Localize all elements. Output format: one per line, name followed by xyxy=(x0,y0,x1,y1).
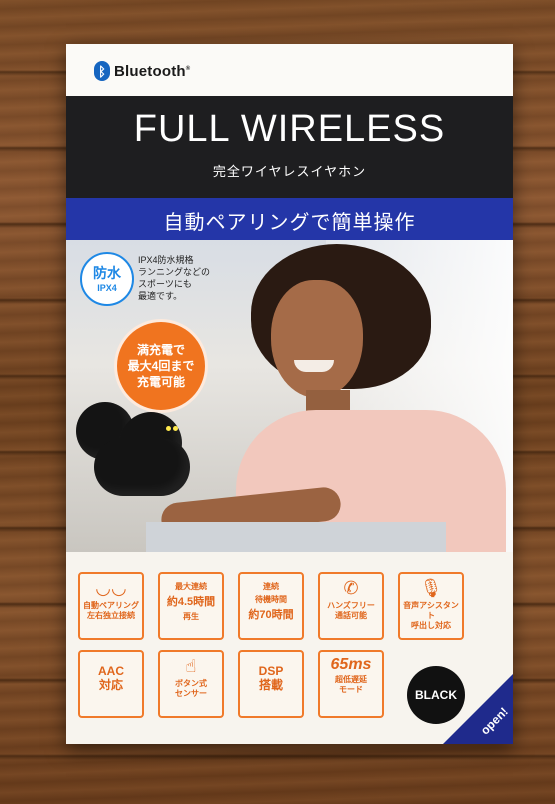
bluetooth-icon: ᛒ xyxy=(94,61,110,81)
bluetooth-label: Bluetooth xyxy=(114,62,186,80)
waterproof-note: IPX4防水規格 ランニングなどの スポーツにも 最適です。 xyxy=(138,255,211,301)
registered-mark: ® xyxy=(185,65,191,72)
feature-aac: AAC 対応 xyxy=(78,650,144,718)
headline: 自動ペアリングで簡単操作 xyxy=(163,212,416,234)
feature-button-sensor: ☝ ボタン式 センサー xyxy=(158,650,224,718)
feature-low-latency: 65ms 超低遅延 モード xyxy=(318,650,384,718)
feature-standby: 連続 待機時間 約70時間 xyxy=(238,572,304,640)
touch-icon: ☝ xyxy=(185,656,197,676)
waterproof-label: 防水 xyxy=(93,265,121,281)
product-title: FULL WIRELESS xyxy=(133,108,446,150)
waterproof-badge: 防水 IPX4 xyxy=(80,252,134,306)
product-subtitle: 完全ワイヤレスイヤホン xyxy=(212,164,367,179)
feature-playtime: 最大連続 約4.5時間 再生 xyxy=(158,572,224,640)
feature-voice-assistant: 🎙 音声アシスタント 呼出し対応 xyxy=(398,572,464,640)
ipx-label: IPX4 xyxy=(97,283,117,293)
earbuds-icon: ◡◡ xyxy=(95,578,127,598)
mic-icon: 🎙 xyxy=(419,578,443,598)
product-box: ᛒ Bluetooth® FULL WIRELESS 完全ワイヤレスイヤホン 自… xyxy=(66,44,513,744)
phone-icon: ✆ xyxy=(343,578,359,598)
earbuds-image xyxy=(76,394,196,514)
feature-auto-pairing: ◡◡ 自動ペアリング 左右独立接続 xyxy=(78,572,144,640)
feature-dsp: DSP 搭載 xyxy=(238,650,304,718)
feature-handsfree: ✆ ハンズフリー 通話可能 xyxy=(318,572,384,640)
bluetooth-logo: ᛒ Bluetooth® xyxy=(94,61,190,81)
